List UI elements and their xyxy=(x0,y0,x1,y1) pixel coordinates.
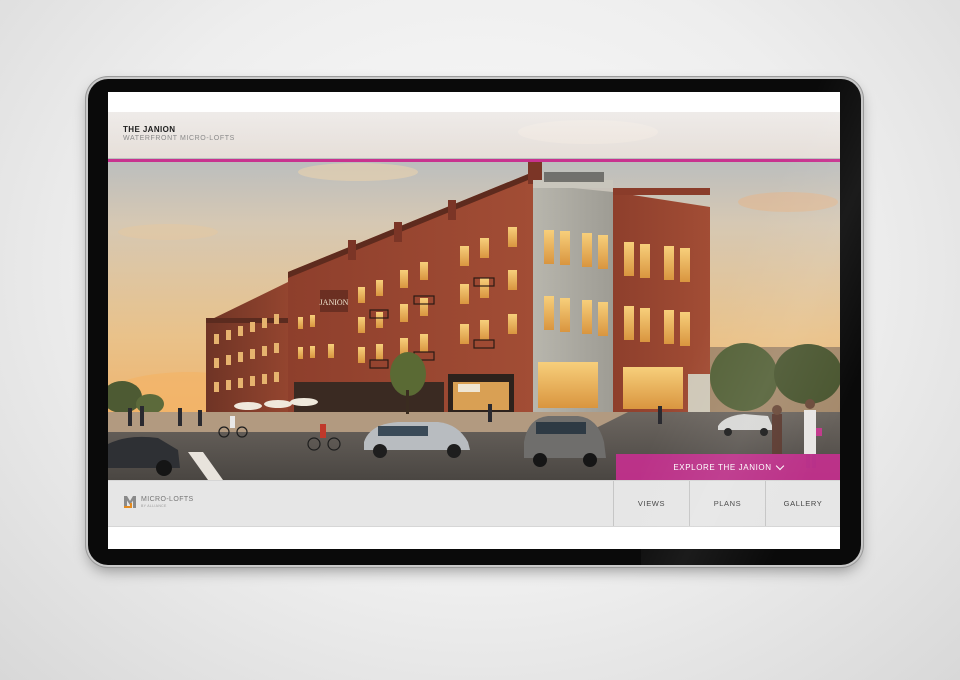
explore-button-label: EXPLORE THE JANION xyxy=(673,462,772,472)
nav-gallery[interactable]: GALLERY xyxy=(765,481,840,526)
footer-bar: MICRO-LOFTS BY ALLIANCE VIEWS PLANS GALL… xyxy=(108,480,840,527)
janion-sign-text: JANION xyxy=(320,298,349,307)
micro-lofts-logo-icon xyxy=(124,496,136,508)
explore-button[interactable]: EXPLORE THE JANION xyxy=(616,454,840,480)
header-panel: THE JANION WATERFRONT MICRO-LOFTS xyxy=(108,112,840,158)
nav-views[interactable]: VIEWS xyxy=(613,481,689,526)
tablet-device: JANION THE JANION WATERFRONT MICRO-LOFTS… xyxy=(88,79,861,565)
chevron-down-icon xyxy=(775,461,784,470)
tablet-screen: JANION THE JANION WATERFRONT MICRO-LOFTS… xyxy=(108,92,840,549)
hero-image: JANION THE JANION WATERFRONT MICRO-LOFTS… xyxy=(108,112,840,480)
page-subtitle: WATERFRONT MICRO-LOFTS xyxy=(123,135,235,142)
logo-tagline: BY ALLIANCE xyxy=(141,504,167,508)
micro-lofts-logo[interactable]: MICRO-LOFTS BY ALLIANCE xyxy=(123,495,194,509)
page-title: THE JANION xyxy=(123,125,176,134)
footer-nav: VIEWS PLANS GALLERY xyxy=(613,481,840,526)
hero-rendering: JANION xyxy=(108,112,840,480)
header-divider xyxy=(108,159,840,162)
logo-name: MICRO-LOFTS xyxy=(141,496,194,503)
nav-plans[interactable]: PLANS xyxy=(689,481,765,526)
